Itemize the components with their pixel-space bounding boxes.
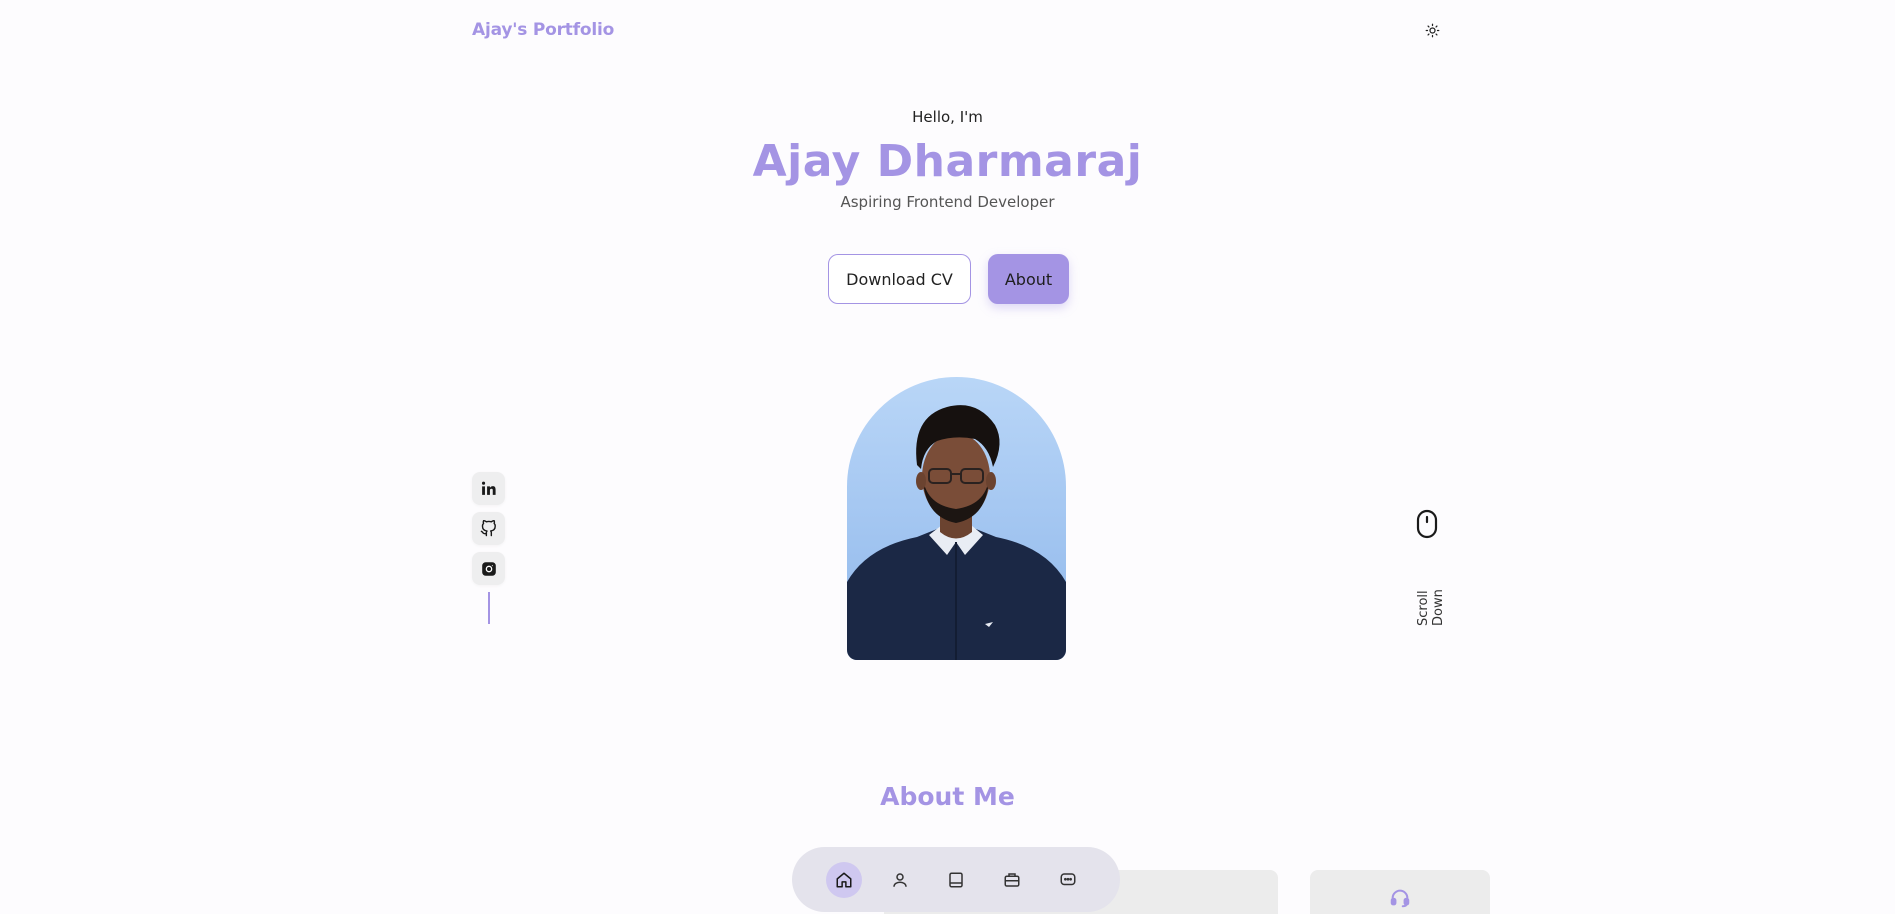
user-icon [893,872,907,887]
download-cv-button[interactable]: Download CV [828,254,971,304]
sun-icon [1425,23,1439,37]
mouse-icon [1416,509,1438,539]
nav-contact[interactable] [1050,862,1086,898]
nav-about[interactable] [882,862,918,898]
hero-name: Ajay Dharmaraj [752,136,1143,187]
profile-photo [847,377,1066,660]
message-icon [1060,872,1076,885]
social-divider-line [488,592,490,624]
scroll-down-button[interactable] [1416,509,1438,539]
nav-projects[interactable] [994,862,1030,898]
site-logo[interactable]: Ajay's Portfolio [472,20,614,40]
hero-role: Aspiring Frontend Developer [840,193,1055,211]
linkedin-icon [481,481,496,495]
theme-toggle-button[interactable] [1422,20,1442,40]
briefcase-icon [1004,872,1020,887]
book-icon [949,872,963,887]
home-icon [836,872,852,887]
nav-home[interactable] [826,861,862,898]
github-icon [480,520,496,537]
hero-buttons: Download CV About [0,254,1895,304]
scroll-down-label[interactable]: Scroll Down [1416,552,1446,626]
social-links [472,472,505,624]
about-button[interactable]: About [988,254,1069,304]
nav-skills[interactable] [938,862,974,898]
instagram-icon [481,561,496,576]
github-link[interactable] [472,512,505,545]
linkedin-link[interactable] [472,472,505,505]
instagram-link[interactable] [472,552,505,585]
hero-greeting: Hello, I'm [912,108,983,126]
bottom-nav [792,847,1120,912]
support-card [1310,870,1490,914]
headset-icon [1390,889,1410,908]
about-section-title: About Me [880,782,1015,811]
